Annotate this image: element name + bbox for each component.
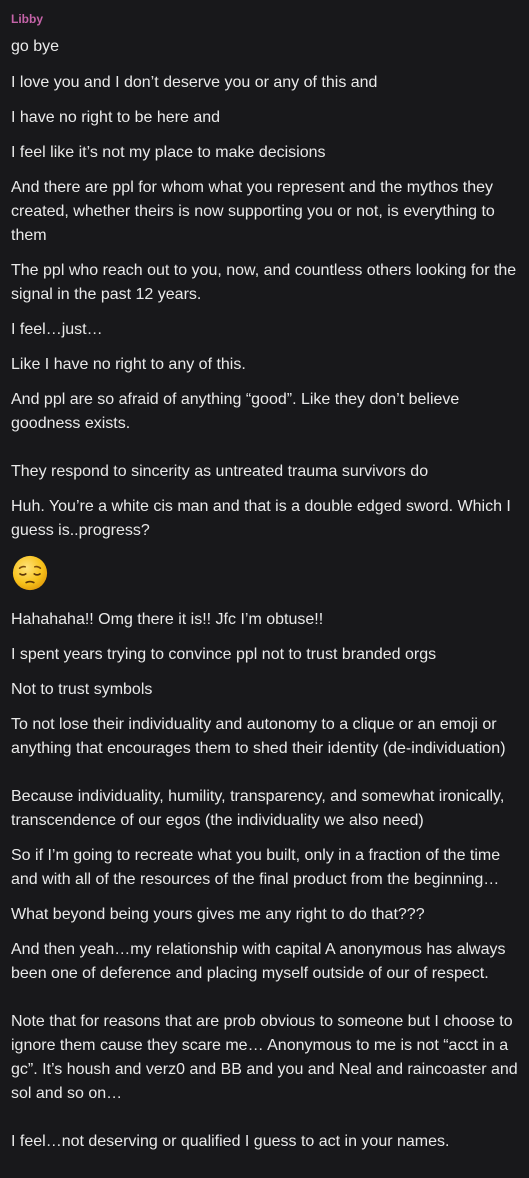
message-bubble[interactable]: Huh. You’re a white cis man and that is …: [11, 495, 519, 543]
message-bubble[interactable]: I spent years trying to convince ppl not…: [11, 643, 519, 667]
message-bubble[interactable]: I feel…just…: [11, 318, 519, 342]
message-bubble[interactable]: I feel like it’s not my place to make de…: [11, 141, 519, 165]
message-bubble[interactable]: I have no right to be here and: [11, 106, 519, 130]
message-thread: Libby go bye I love you and I don’t dese…: [11, 12, 519, 1165]
message-bubble[interactable]: Because individuality, humility, transpa…: [11, 785, 519, 833]
message-bubble[interactable]: go bye: [11, 35, 519, 59]
message-bubble[interactable]: Not to trust symbols: [11, 678, 519, 702]
message-bubble[interactable]: And ppl are so afraid of anything “good”…: [11, 388, 519, 436]
message-bubble[interactable]: The ppl who reach out to you, now, and c…: [11, 259, 519, 307]
message-bubble[interactable]: And there are ppl for whom what you repr…: [11, 176, 519, 248]
message-bubble[interactable]: To not lose their individuality and auto…: [11, 713, 519, 761]
message-bubble[interactable]: They respond to sincerity as untreated t…: [11, 460, 519, 484]
message-bubble[interactable]: I love you and I don’t deserve you or an…: [11, 71, 519, 95]
message-bubble[interactable]: Like I have no right to any of this.: [11, 353, 519, 377]
message-bubble[interactable]: Hahahaha!! Omg there it is!! Jfc I’m obt…: [11, 608, 519, 632]
pensive-face-emoji-icon: [12, 555, 48, 591]
message-bubble[interactable]: And then yeah…my relationship with capit…: [11, 938, 519, 986]
message-bubble[interactable]: I feel…not deserving or qualified I gues…: [11, 1130, 519, 1154]
message-bubble[interactable]: So if I’m going to recreate what you bui…: [11, 844, 519, 892]
sender-name[interactable]: Libby: [11, 12, 519, 26]
message-bubble[interactable]: What beyond being yours gives me any rig…: [11, 903, 519, 927]
emoji-message[interactable]: [11, 554, 519, 596]
message-bubble[interactable]: Note that for reasons that are prob obvi…: [11, 1010, 519, 1106]
